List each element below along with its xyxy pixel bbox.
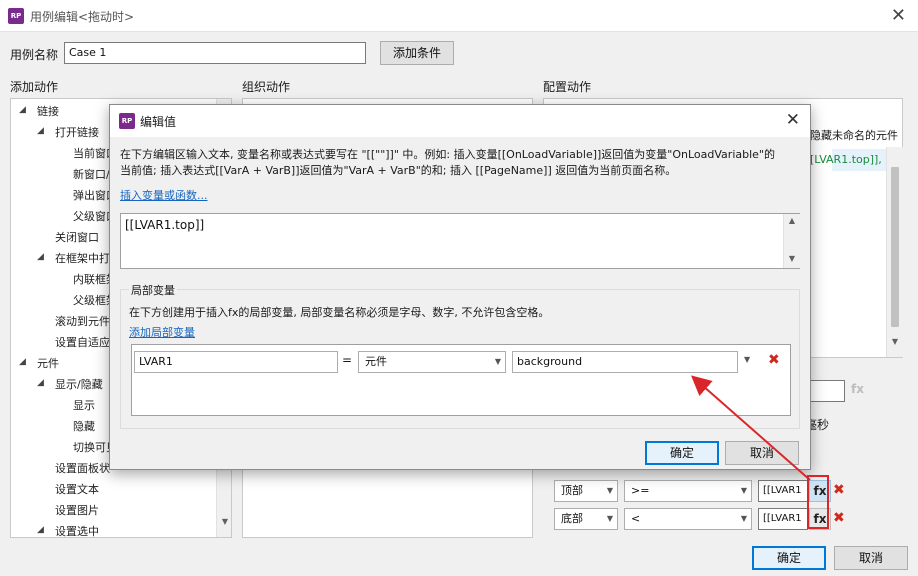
edit-value-dialog: RP 编辑值 ✕ 在下方编辑区输入文本, 变量名称或表达式要写在 "[[""]]…: [109, 104, 811, 470]
case-name-input[interactable]: Case 1: [64, 42, 366, 64]
dialog-description: 在下方编辑区输入文本, 变量名称或表达式要写在 "[[""]]" 中。例如: 插…: [120, 147, 804, 179]
add-action-header: 添加动作: [10, 80, 59, 94]
local-variables-title: 局部变量: [129, 282, 177, 298]
tree-item[interactable]: 元件: [37, 355, 59, 371]
equals-sign: =: [342, 353, 353, 367]
operator-select-top[interactable]: >= ▼: [624, 480, 752, 502]
tree-item[interactable]: 在框架中打: [55, 250, 110, 266]
chevron-down-icon: ▼: [740, 486, 747, 495]
tree-item[interactable]: 设置选中: [55, 523, 99, 537]
value-editor[interactable]: [[LVAR1.top]] ▲ ▼: [120, 213, 800, 269]
expand-icon[interactable]: ◢: [37, 378, 44, 388]
chevron-down-icon: ▼: [606, 514, 613, 523]
local-variables-list: LVAR1 = 元件 ▼ background ▼ ✖: [131, 344, 791, 416]
delete-row-icon[interactable]: ✖: [833, 482, 845, 498]
tree-item[interactable]: 隐藏: [73, 418, 95, 434]
window-titlebar: RP 用例编辑<拖动时> ✕: [0, 0, 918, 32]
editor-text[interactable]: [[LVAR1.top]]: [125, 218, 204, 232]
tree-item[interactable]: 显示: [73, 397, 95, 413]
close-icon[interactable]: ✕: [891, 5, 906, 26]
insert-variable-link[interactable]: 插入变量或函数...: [120, 187, 208, 203]
cancel-button[interactable]: 取消: [834, 546, 908, 570]
duration-input[interactable]: [805, 380, 845, 402]
edge-value: 顶部: [561, 484, 583, 497]
dialog-title: 编辑值: [140, 115, 177, 129]
scroll-down-icon[interactable]: ▼: [217, 517, 231, 526]
add-local-variable-link[interactable]: 添加局部变量: [129, 324, 195, 340]
configure-action-header: 配置动作: [543, 80, 592, 94]
fx-icon[interactable]: fx: [851, 382, 864, 396]
expand-icon[interactable]: ◢: [19, 105, 26, 115]
tree-item[interactable]: 显示/隐藏: [55, 376, 103, 392]
edge-value: 底部: [561, 512, 583, 525]
chevron-down-icon: ▼: [494, 357, 501, 366]
description-line: 在下方编辑区输入文本, 变量名称或表达式要写在 "[[""]]" 中。例如: 插…: [120, 148, 775, 161]
tree-item[interactable]: 打开链接: [55, 124, 99, 140]
fx-button-bottom[interactable]: fx: [809, 508, 831, 530]
local-variables-description: 在下方创建用于插入fx的局部变量, 局部变量名称必须是字母、数字, 不允许包含空…: [129, 306, 550, 319]
variable-type-select[interactable]: 元件 ▼: [358, 351, 506, 373]
variable-target-value: background: [517, 355, 583, 368]
tree-item[interactable]: 设置自适应: [55, 334, 110, 350]
edge-select-bottom[interactable]: 底部 ▼: [554, 508, 618, 530]
tree-item[interactable]: 设置图片: [55, 502, 99, 518]
hide-unnamed-label[interactable]: 隐藏未命名的元件: [810, 127, 898, 143]
dialog-titlebar: RP 编辑值 ✕: [110, 105, 810, 137]
expand-icon[interactable]: ◢: [37, 252, 44, 262]
local-variables-group: 局部变量 在下方创建用于插入fx的局部变量, 局部变量名称必须是字母、数字, 不…: [120, 282, 800, 429]
dialog-ok-button[interactable]: 确定: [645, 441, 719, 465]
variable-type-value: 元件: [365, 355, 387, 368]
operator-select-bottom[interactable]: < ▼: [624, 508, 752, 530]
organize-action-header: 组织动作: [242, 80, 291, 94]
variable-target-select[interactable]: background: [512, 351, 738, 373]
expand-icon[interactable]: ◢: [37, 126, 44, 136]
close-icon[interactable]: ✕: [786, 110, 800, 130]
edge-select-top[interactable]: 顶部 ▼: [554, 480, 618, 502]
description-line: 当前值; 插入表达式[[VarA + VarB]]返回值为"VarA + Var…: [120, 164, 677, 177]
expand-icon[interactable]: ◢: [19, 357, 26, 367]
editor-scrollbar[interactable]: ▲ ▼: [783, 214, 800, 268]
bound-value-bottom[interactable]: [[LVAR1: [758, 508, 808, 530]
chevron-down-icon: ▼: [740, 514, 747, 523]
scroll-down-icon[interactable]: ▼: [887, 337, 903, 346]
tree-item[interactable]: 新窗口/: [73, 166, 110, 182]
variable-name-input[interactable]: LVAR1: [134, 351, 338, 373]
delete-variable-icon[interactable]: ✖: [768, 352, 780, 368]
scroll-down-icon[interactable]: ▼: [784, 254, 800, 263]
fx-button-top[interactable]: fx: [809, 480, 831, 502]
tree-item[interactable]: 链接: [37, 103, 59, 119]
chevron-down-icon: ▼: [606, 486, 613, 495]
window-title: 用例编辑<拖动时>: [30, 10, 135, 24]
operator-value: <: [631, 512, 641, 525]
tree-item[interactable]: 滚动到元件: [55, 313, 110, 329]
tree-item[interactable]: 关闭窗口: [55, 229, 99, 245]
app-logo-icon: RP: [8, 8, 24, 24]
ok-button[interactable]: 确定: [752, 546, 826, 570]
case-name-label: 用例名称: [10, 48, 59, 62]
tree-item[interactable]: 设置文本: [55, 481, 99, 497]
scroll-thumb[interactable]: [891, 167, 899, 327]
app-logo-icon: RP: [119, 113, 135, 129]
scroll-up-icon[interactable]: ▲: [784, 216, 800, 225]
chevron-down-icon[interactable]: ▼: [744, 355, 750, 364]
operator-value: >=: [631, 484, 650, 497]
tree-item[interactable]: 设置面板状: [55, 460, 110, 476]
dialog-cancel-button[interactable]: 取消: [725, 441, 799, 465]
add-condition-button[interactable]: 添加条件: [380, 41, 454, 65]
expand-icon[interactable]: ◢: [37, 525, 44, 535]
widget-list-scrollbar[interactable]: ▼: [886, 147, 903, 357]
bound-value-top[interactable]: [[LVAR1: [758, 480, 808, 502]
delete-row-icon[interactable]: ✖: [833, 510, 845, 526]
